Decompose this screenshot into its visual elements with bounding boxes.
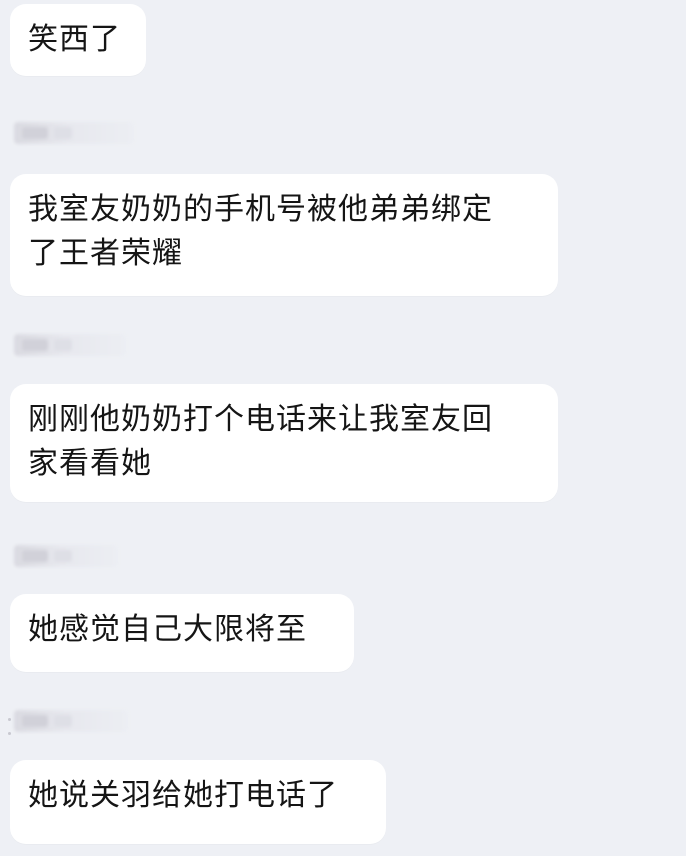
message-bubble: 她说关羽给她打电话了 xyxy=(10,760,386,844)
decorative-mark xyxy=(8,718,11,721)
message-text: 她感觉自己大限将至 xyxy=(28,612,307,647)
message-text: 我室友奶奶的手机号被他弟弟绑定 了王者荣耀 xyxy=(28,192,493,271)
message-bubble: 笑西了 xyxy=(10,4,146,76)
message-bubble: 她感觉自己大限将至 xyxy=(10,594,354,672)
sender-name-redacted xyxy=(14,122,134,144)
chat-screen: 笑西了 我室友奶奶的手机号被他弟弟绑定 了王者荣耀 刚刚他奶奶打个电话来让我室友… xyxy=(0,0,686,856)
decorative-mark xyxy=(8,732,11,735)
message-bubble: 刚刚他奶奶打个电话来让我室友回 家看看她 xyxy=(10,384,558,502)
sender-name-redacted xyxy=(14,334,126,356)
message-bubble: 我室友奶奶的手机号被他弟弟绑定 了王者荣耀 xyxy=(10,174,558,296)
message-text: 刚刚他奶奶打个电话来让我室友回 家看看她 xyxy=(28,402,493,481)
message-text: 笑西了 xyxy=(28,22,121,57)
message-text: 她说关羽给她打电话了 xyxy=(28,778,338,813)
sender-name-redacted xyxy=(14,710,128,732)
sender-name-redacted xyxy=(14,545,118,567)
